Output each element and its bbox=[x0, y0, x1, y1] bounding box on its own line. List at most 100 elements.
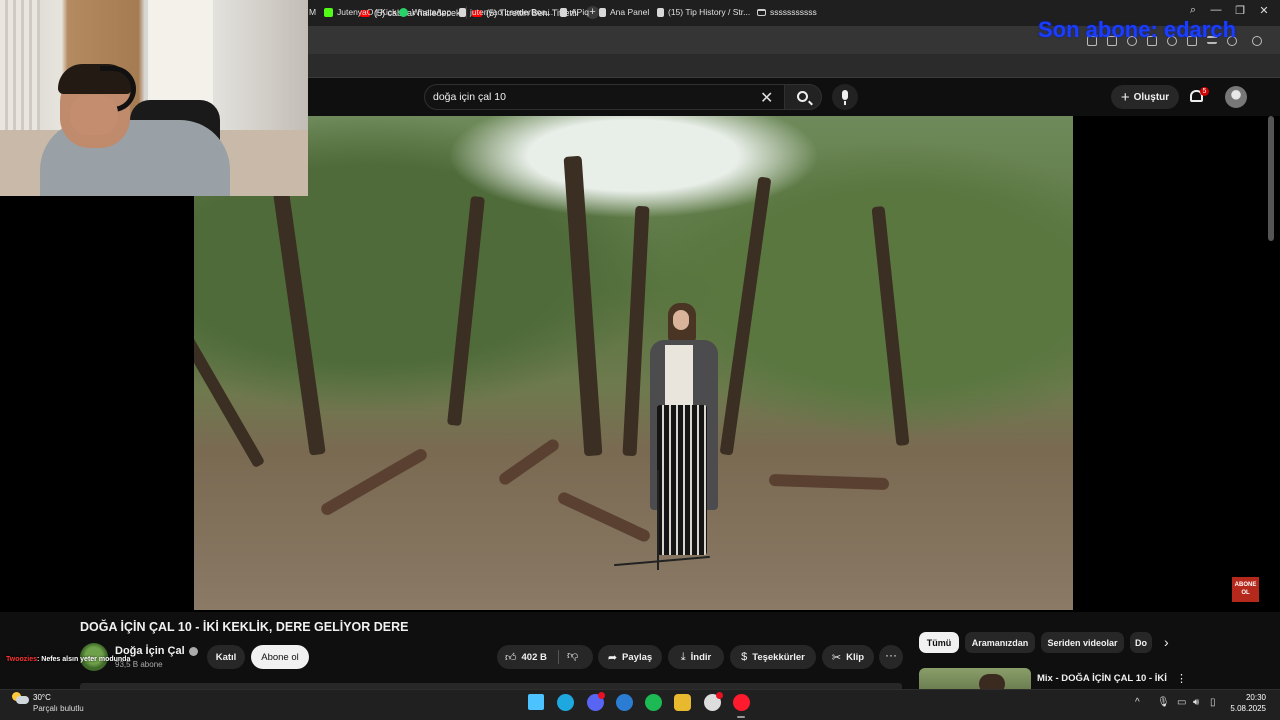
page-icon bbox=[657, 7, 664, 17]
clip-button[interactable]: ✂ Klip bbox=[822, 645, 874, 669]
bookmark-kick[interactable]: JutenyaO | Kick bbox=[324, 7, 396, 17]
webcam-streamer-hand bbox=[70, 95, 118, 135]
bookmark-apiq[interactable]: APiq bbox=[560, 7, 589, 17]
fallen-log bbox=[768, 473, 890, 491]
files-icon[interactable] bbox=[674, 694, 691, 711]
active-app-indicator bbox=[737, 716, 745, 718]
like-dislike-group: 👍︎ 402 B bbox=[497, 645, 593, 669]
share-label: Paylaş bbox=[622, 651, 653, 663]
create-button[interactable]: + Oluştur bbox=[1111, 85, 1179, 109]
fallen-log bbox=[496, 437, 562, 487]
thanks-icon: $ bbox=[741, 651, 748, 663]
tab-search-icon[interactable]: ⌕ bbox=[1185, 4, 1201, 17]
mic-tray-icon[interactable]: 🎙︎ bbox=[1157, 697, 1170, 708]
bookmark-folder[interactable]: sssssssssss bbox=[757, 7, 817, 17]
tree-trunk bbox=[871, 205, 910, 447]
page-scrollbar[interactable] bbox=[1268, 116, 1274, 241]
chip-more[interactable]: Do bbox=[1130, 632, 1152, 653]
battery-icon[interactable]: ▯ bbox=[1210, 697, 1216, 708]
bookmark-whatsapp[interactable]: WhatsApp bbox=[399, 7, 451, 17]
chip-from-search[interactable]: Aramanızdan bbox=[965, 632, 1035, 653]
edge-alt-icon[interactable] bbox=[616, 694, 633, 711]
page-icon bbox=[599, 7, 606, 17]
share-icon: ➦ bbox=[607, 651, 618, 664]
search-icon bbox=[797, 91, 808, 102]
chat-message: Twoozies: Nefes alsın yeter modunda bbox=[6, 656, 130, 663]
more-actions-button[interactable]: ··· bbox=[879, 645, 903, 669]
chip-all[interactable]: Tümü bbox=[919, 632, 959, 653]
tray-overflow-icon[interactable]: ^ bbox=[1135, 697, 1140, 708]
download-button[interactable]: ⤓ İndir bbox=[668, 645, 724, 669]
dislike-icon[interactable]: 👎︎ bbox=[567, 649, 578, 662]
search-query: doğa için çal 10 bbox=[433, 91, 506, 103]
download-label: İndir bbox=[690, 651, 712, 663]
performer-shirt bbox=[665, 345, 693, 407]
bookmark-label: JutenyaO | Kick bbox=[337, 7, 397, 17]
bookmark-ana-panel[interactable]: Ana Panel bbox=[599, 7, 649, 17]
bookmark-label: Ana Panel bbox=[610, 7, 650, 17]
edge-icon[interactable] bbox=[557, 694, 574, 711]
chevron-right-icon[interactable]: › bbox=[1164, 634, 1169, 650]
system-clock[interactable]: 20:30 5.08.2025 bbox=[1230, 692, 1266, 714]
bookmark-label: WhatsApp bbox=[412, 7, 452, 17]
related-title[interactable]: Mix - DOĞA İÇİN ÇAL 10 - İKİ bbox=[1037, 673, 1167, 684]
settings-icon[interactable] bbox=[1252, 36, 1262, 46]
verified-icon bbox=[188, 646, 198, 656]
close-window-button[interactable]: ✕ bbox=[1256, 4, 1272, 17]
clock-date: 5.08.2025 bbox=[1230, 704, 1266, 713]
start-icon[interactable] bbox=[528, 694, 544, 710]
create-label: Oluştur bbox=[1133, 91, 1170, 103]
weather-temp[interactable]: 30°C bbox=[33, 693, 51, 702]
thanks-button[interactable]: $ Teşekkürler bbox=[730, 645, 816, 669]
chat-username: Twoozies bbox=[6, 656, 37, 663]
performer-face bbox=[673, 310, 689, 330]
tree-trunk bbox=[563, 155, 603, 457]
page-icon bbox=[560, 7, 567, 17]
bookmark-label: jutenyao LeaderBoa... bbox=[470, 7, 554, 17]
subscribe-button[interactable]: Abone ol bbox=[251, 645, 309, 669]
restore-button[interactable]: ❐ bbox=[1232, 4, 1248, 17]
like-divider bbox=[558, 650, 559, 664]
weather-icon[interactable] bbox=[12, 692, 29, 704]
clear-search-icon[interactable]: ✕ bbox=[760, 88, 773, 108]
tree-trunk bbox=[719, 176, 772, 456]
tree-trunk bbox=[194, 323, 266, 469]
opera-icon[interactable] bbox=[733, 694, 750, 711]
tree-trunk bbox=[447, 195, 485, 427]
bookmark-label: APiq bbox=[571, 7, 589, 17]
bookmark-tip-history[interactable]: (15) Tip History / Str... bbox=[657, 7, 750, 17]
account-avatar[interactable] bbox=[1225, 86, 1247, 108]
bookmark-label: sssssssssss bbox=[770, 7, 817, 17]
chip-from-series[interactable]: Seriden videolar bbox=[1041, 632, 1124, 653]
bookmark-label: (15) Tip History / Str... bbox=[668, 7, 751, 17]
join-button[interactable]: Katıl bbox=[207, 645, 245, 669]
subscribe-watermark[interactable]: ABONE OL bbox=[1232, 577, 1259, 602]
bookmark-label: M bbox=[309, 7, 317, 17]
download-icon: ⤓ bbox=[680, 650, 686, 663]
fallen-log bbox=[319, 446, 429, 518]
whatsapp-icon bbox=[399, 7, 408, 17]
share-button[interactable]: ➦ Paylaş bbox=[598, 645, 662, 669]
like-count[interactable]: 402 B bbox=[522, 652, 547, 663]
mic-stand bbox=[657, 470, 659, 570]
volume-icon[interactable]: 🔊︎ bbox=[1193, 697, 1199, 708]
voice-search-icon[interactable] bbox=[832, 84, 858, 110]
related-menu-icon[interactable]: ⋮ bbox=[1176, 672, 1187, 685]
bookmark-leaderboard[interactable]: jutenyao LeaderBoa... bbox=[459, 7, 553, 17]
weather-desc[interactable]: Parçalı bulutlu bbox=[33, 704, 84, 713]
related-thumbnail[interactable] bbox=[919, 668, 1031, 690]
notification-count: 5 bbox=[1200, 87, 1209, 96]
spotify-icon[interactable] bbox=[645, 694, 662, 711]
folder-icon bbox=[757, 8, 766, 16]
bookmark-m[interactable]: M bbox=[309, 7, 316, 17]
webcam-overlay bbox=[0, 0, 308, 196]
video-frame[interactable] bbox=[194, 116, 1073, 610]
performer-skirt bbox=[657, 405, 707, 555]
video-title: DOĞA İÇİN ÇAL 10 - İKİ KEKLİK, DERE GELİ… bbox=[80, 620, 409, 634]
like-icon[interactable]: 👍︎ bbox=[505, 651, 517, 664]
discord-notification-badge bbox=[598, 692, 605, 699]
search-button[interactable] bbox=[784, 84, 822, 110]
network-icon[interactable]: ▭ bbox=[1177, 697, 1186, 708]
minimize-button[interactable]: — bbox=[1208, 4, 1224, 16]
thanks-label: Teşekkürler bbox=[752, 651, 805, 663]
